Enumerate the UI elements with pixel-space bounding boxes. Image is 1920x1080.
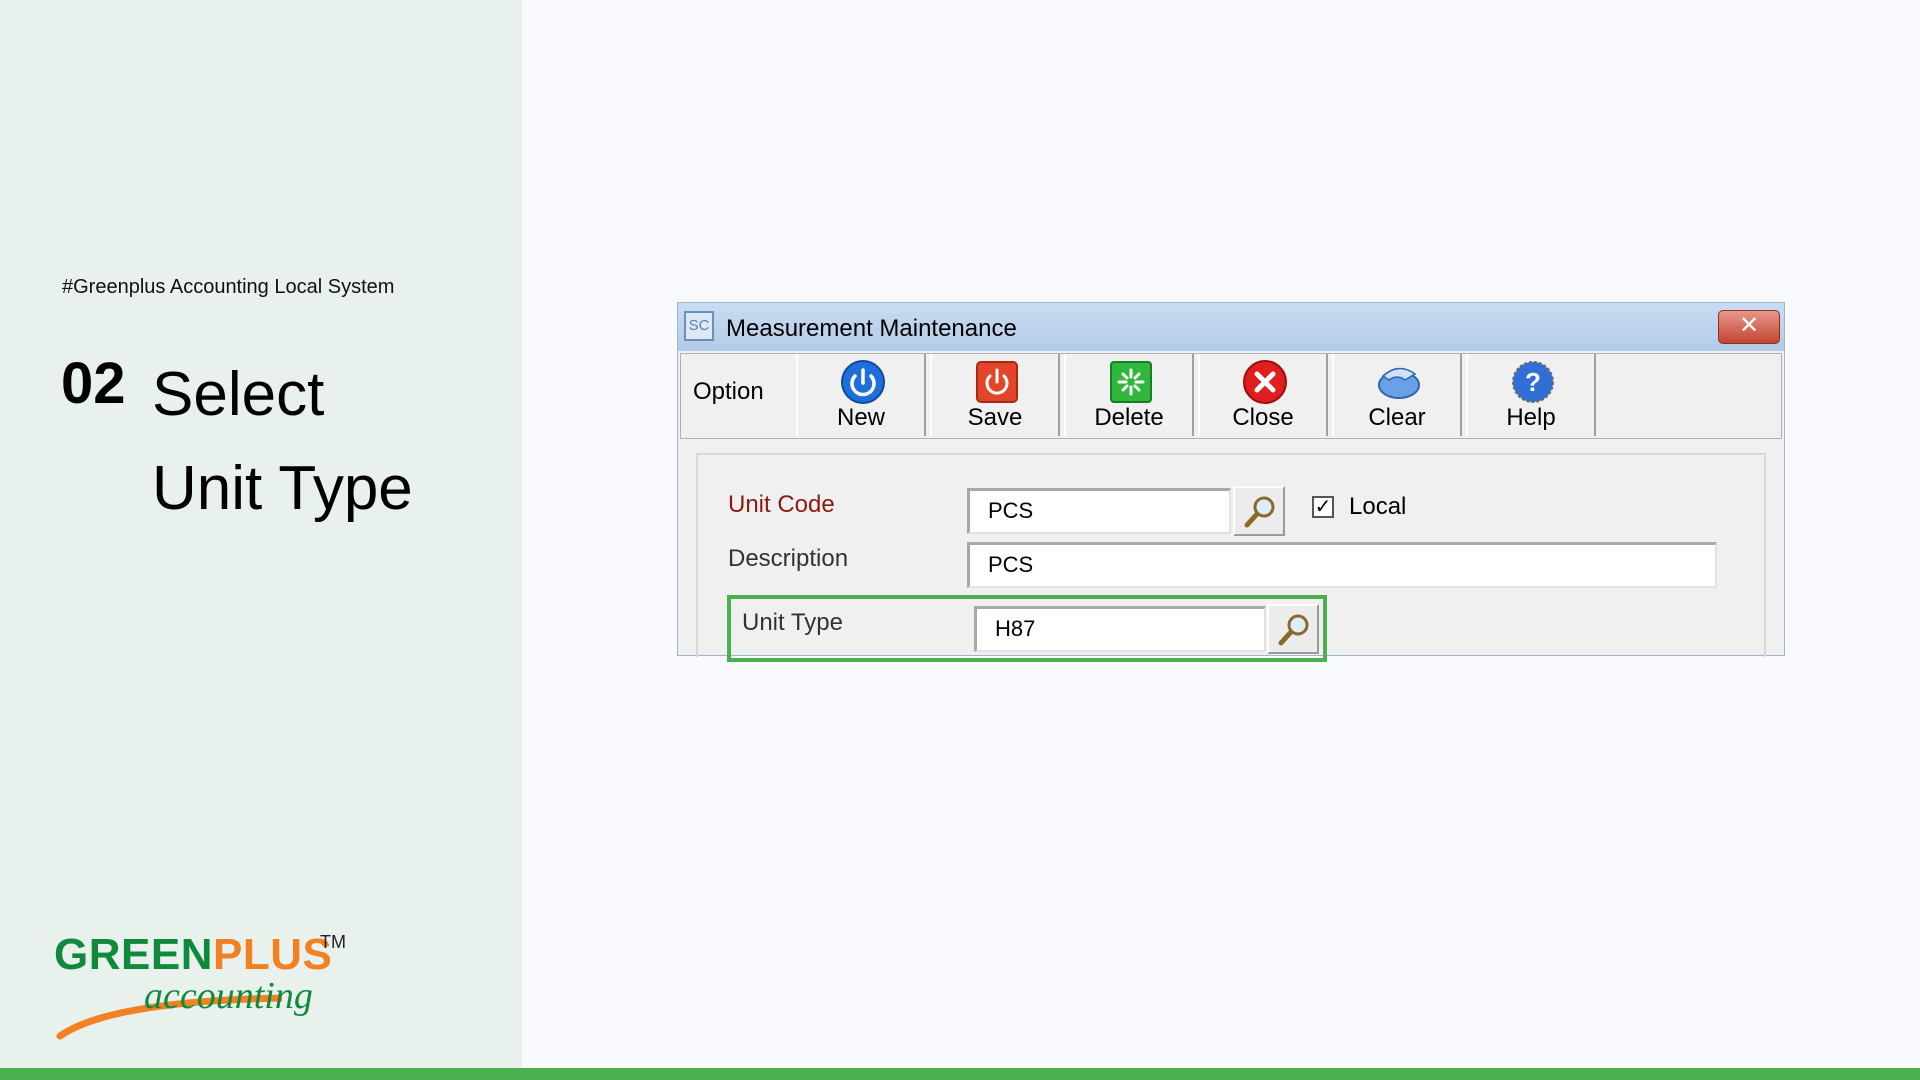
unit-code-field[interactable]: PCS [967,488,1231,534]
window-close-button[interactable]: ✕ [1718,310,1780,344]
description-field[interactable]: PCS [967,542,1717,588]
delete-button-label: Delete [1094,404,1164,431]
power-icon [841,360,885,404]
svg-text:?: ? [1525,367,1541,397]
toolbar: Option New Save Delete Close Clear ? Hel… [680,353,1782,439]
help-button-label: Help [1506,404,1556,431]
tagline: #Greenplus Accounting Local System [62,276,395,298]
save-icon [976,361,1018,403]
clear-button[interactable]: Clear [1332,354,1462,436]
help-button[interactable]: ? Help [1466,354,1596,436]
step-title: Select Unit Type [152,348,512,536]
greenplus-logo: GREENPLUS TM accounting [52,930,352,1040]
option-label: Option [693,378,764,405]
close-circle-icon [1243,360,1287,404]
logo-script: accounting [144,975,313,1017]
step-title-line-2: Unit Type [152,454,413,523]
logo-brand-orange: PLUS [212,930,333,979]
unit-type-highlight [727,595,1327,662]
clear-icon [1378,367,1420,399]
clear-button-label: Clear [1368,404,1426,431]
unit-code-lookup-button[interactable] [1233,486,1285,536]
unit-code-label: Unit Code [728,491,835,518]
description-label: Description [728,545,849,572]
step-title-line-1: Select [152,360,325,429]
new-button-label: New [836,404,885,431]
save-button-label: Save [967,404,1023,431]
logo-brand: GREENPLUS [54,930,332,980]
window-title: Measurement Maintenance [726,315,1017,342]
logo-trademark: TM [320,932,346,952]
app-icon: SC [684,311,714,341]
close-button-label: Close [1232,404,1294,431]
delete-icon [1110,361,1152,403]
local-checkbox-label: Local [1349,493,1407,520]
delete-button[interactable]: Delete [1064,354,1194,436]
window-titlebar: SC Measurement Maintenance ✕ [678,303,1784,351]
local-checkbox[interactable]: ✓ [1312,496,1334,518]
close-button[interactable]: Close [1198,354,1328,436]
bottom-accent-bar [0,1068,1920,1080]
step-number: 02 [61,351,126,416]
magnifier-icon [1244,496,1275,528]
help-icon: ? [1512,361,1554,403]
logo-brand-green: GREEN [54,930,213,979]
save-button[interactable]: Save [930,354,1060,436]
new-button[interactable]: New [796,354,926,436]
left-panel: #Greenplus Accounting Local System 02 Se… [0,0,522,1068]
